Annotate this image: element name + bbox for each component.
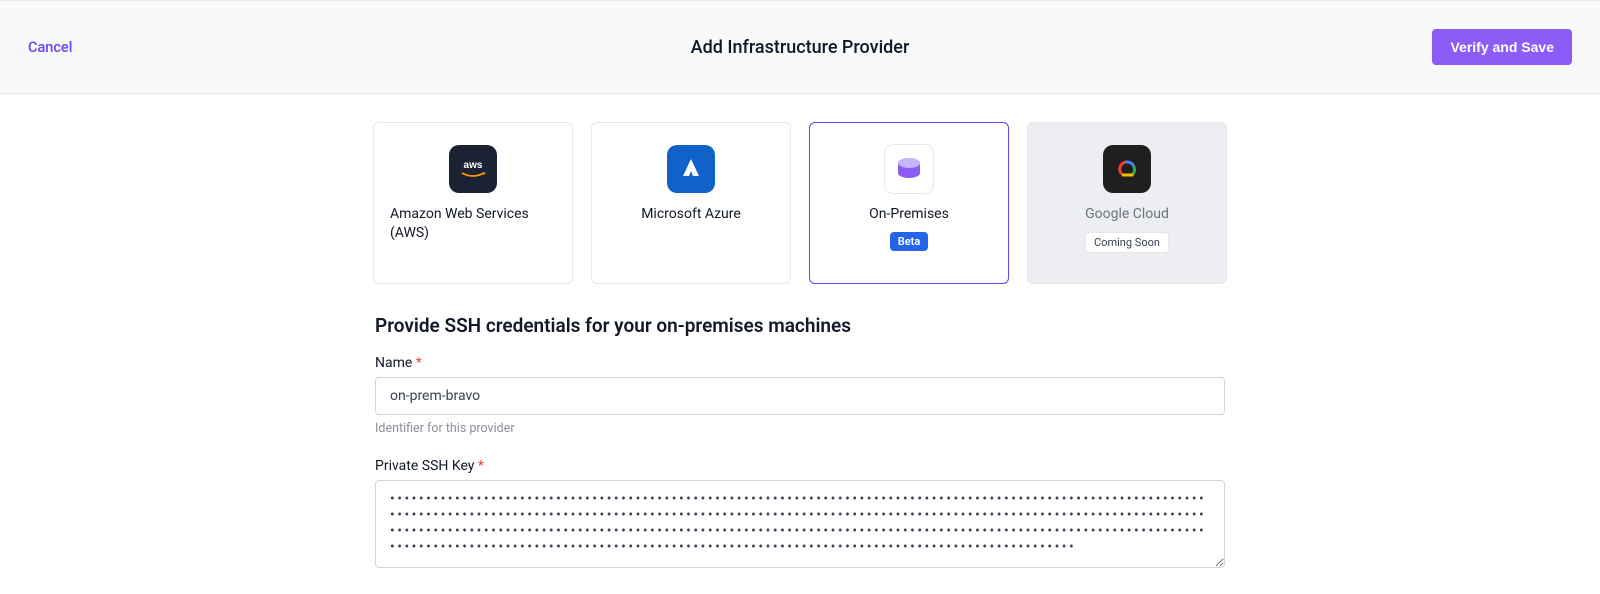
provider-card-azure[interactable]: Microsoft Azure [591,122,791,284]
main-content: aws Amazon Web Services (AWS) Microsoft … [0,94,1600,594]
beta-badge: Beta [890,232,929,251]
name-label: Name * [375,355,1225,371]
page-header: Cancel Add Infrastructure Provider Verif… [0,0,1600,94]
coming-soon-badge: Coming Soon [1085,232,1169,253]
name-field: Name * Identifier for this provider [375,355,1225,436]
provider-label: Google Cloud [1085,205,1169,224]
provider-cards: aws Amazon Web Services (AWS) Microsoft … [373,122,1227,284]
ssh-key-field: Private SSH Key * [375,458,1225,572]
credentials-form: Provide SSH credentials for your on-prem… [375,314,1225,594]
provider-label: On-Premises [869,205,949,224]
azure-icon [667,145,715,193]
provider-card-gcp: Google Cloud Coming Soon [1027,122,1227,284]
name-help: Identifier for this provider [375,421,1225,436]
name-input[interactable] [375,377,1225,415]
ssh-key-input[interactable] [375,480,1225,568]
verify-and-save-button[interactable]: Verify and Save [1432,29,1572,65]
provider-card-onprem[interactable]: On-Premises Beta [809,122,1009,284]
page-title: Add Infrastructure Provider [691,37,910,58]
provider-label: Microsoft Azure [641,205,741,224]
svg-text:aws: aws [464,160,483,171]
cancel-button[interactable]: Cancel [28,39,72,56]
aws-icon: aws [449,145,497,193]
provider-label: Amazon Web Services (AWS) [390,205,556,243]
onprem-icon [885,145,933,193]
section-heading: Provide SSH credentials for your on-prem… [375,314,1225,337]
gcp-icon [1103,145,1151,193]
ssh-key-label: Private SSH Key * [375,458,1225,474]
provider-card-aws[interactable]: aws Amazon Web Services (AWS) [373,122,573,284]
